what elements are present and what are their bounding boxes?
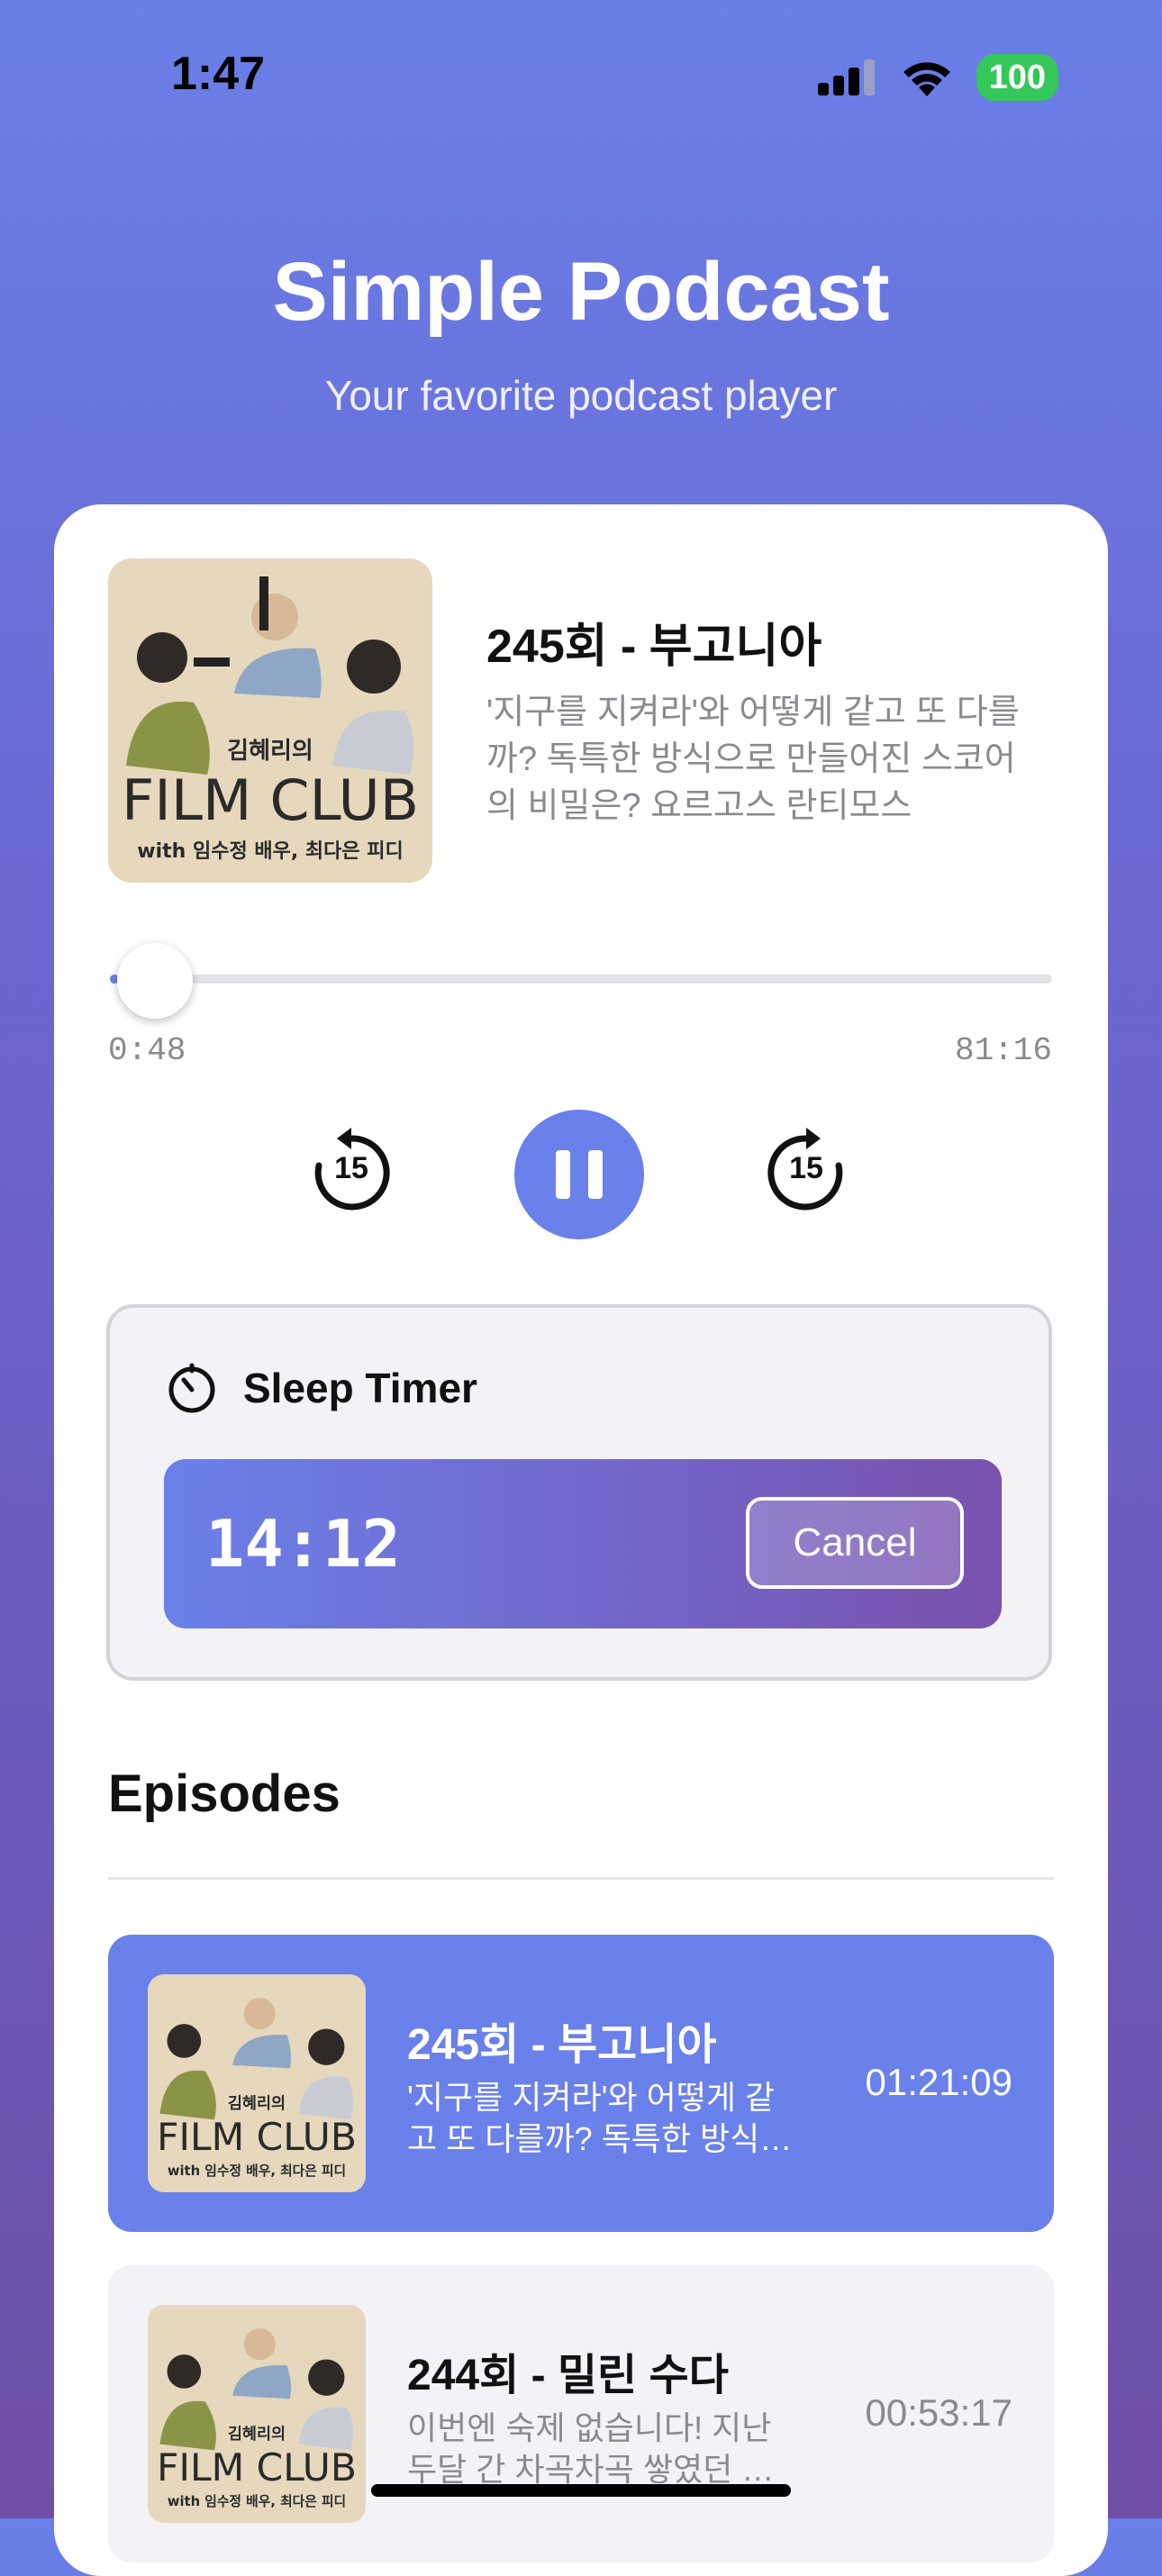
home-indicator — [371, 2484, 791, 2497]
sleep-timer-panel: Sleep Timer 14:12 Cancel — [106, 1304, 1052, 1681]
cancel-timer-button[interactable]: Cancel — [746, 1497, 964, 1589]
now-playing-description: '지구를 지켜라'와 어떻게 같고 또 다를까? 독특한 방식으로 만들어진 스… — [486, 694, 1020, 825]
total-time: 81:16 — [954, 1032, 1052, 1069]
skip-forward-button[interactable]: 15 — [761, 1126, 851, 1216]
artwork-main-text: FILM CLUB — [157, 2445, 357, 2490]
episode-title: 244회 - 밀린 수다 — [407, 2352, 729, 2399]
sleep-timer-label: Sleep Timer — [243, 1365, 477, 1411]
artwork-main-text: FILM CLUB — [157, 2115, 357, 2159]
cellular-signal-icon — [817, 59, 875, 95]
divider — [108, 1877, 1054, 1880]
app-subtitle: Your favorite podcast player — [324, 372, 838, 419]
episode-description: 이번엔 숙제 없습니다! 지난 두달 간 차곡차곡 쌓였던 클로징 — [407, 2409, 802, 2488]
app-title: Simple Podcast — [272, 246, 890, 338]
pause-icon — [556, 1150, 570, 1199]
progress-thumb[interactable] — [117, 943, 193, 1019]
sleep-timer-countdown: 14:12 — [205, 1506, 401, 1582]
podcast-artwork: 김혜리의 FILM CLUB with 임수정 배우, 최다은 피디 — [108, 558, 432, 883]
artwork-bottom-text: with 임수정 배우, 최다은 피디 — [168, 2493, 346, 2509]
skip-forward-label: 15 — [789, 1151, 823, 1185]
now-playing-title: 245회 - 부고니아 — [486, 621, 822, 673]
episode-duration: 00:53:17 — [865, 2391, 1013, 2434]
episode-artwork: 김혜리의 FILM CLUB with 임수정 배우, 최다은 피디 — [148, 1974, 366, 2192]
episode-artwork: 김혜리의 FILM CLUB with 임수정 배우, 최다은 피디 — [148, 2305, 366, 2523]
episode-title: 245회 - 부고니아 — [407, 2021, 717, 2069]
skip-back-label: 15 — [334, 1151, 368, 1185]
artwork-main-text: FILM CLUB — [122, 767, 419, 833]
artwork-top-text: 김혜리의 — [227, 738, 313, 765]
skip-back-button[interactable]: 15 — [306, 1126, 396, 1216]
artwork-bottom-text: with 임수정 배우, 최다은 피디 — [168, 2163, 346, 2179]
sleep-timer-bar: 14:12 Cancel — [164, 1459, 1002, 1628]
timer-icon — [168, 1363, 215, 1413]
wifi-icon — [903, 62, 950, 96]
battery-indicator: 100 — [976, 54, 1058, 101]
status-icons: 100 — [817, 54, 1058, 101]
episode-description: '지구를 지켜라'와 어떻게 같고 또 다를까? 독특한 방식으로 — [407, 2079, 790, 2157]
player-card: 김혜리의 FILM CLUB with 임수정 배우, 최다은 피디 245회 … — [54, 504, 1108, 2576]
pause-button[interactable] — [514, 1110, 644, 1239]
episode-duration: 01:21:09 — [865, 2061, 1013, 2103]
status-time: 1:47 — [171, 48, 266, 100]
elapsed-time: 0:48 — [108, 1032, 186, 1069]
sleep-timer-header: Sleep Timer — [166, 1362, 477, 1414]
artwork-bottom-text: with 임수정 배우, 최다은 피디 — [137, 840, 403, 863]
episode-item[interactable]: 김혜리의 FILM CLUB with 임수정 배우, 최다은 피디 245회 … — [108, 1935, 1054, 2232]
progress-bar[interactable] — [110, 975, 1052, 984]
episodes-heading: Episodes — [108, 1764, 340, 1823]
artwork-top-text: 김혜리의 — [228, 2426, 286, 2444]
artwork-top-text: 김혜리의 — [228, 2095, 286, 2113]
pause-icon-bar — [588, 1150, 603, 1199]
